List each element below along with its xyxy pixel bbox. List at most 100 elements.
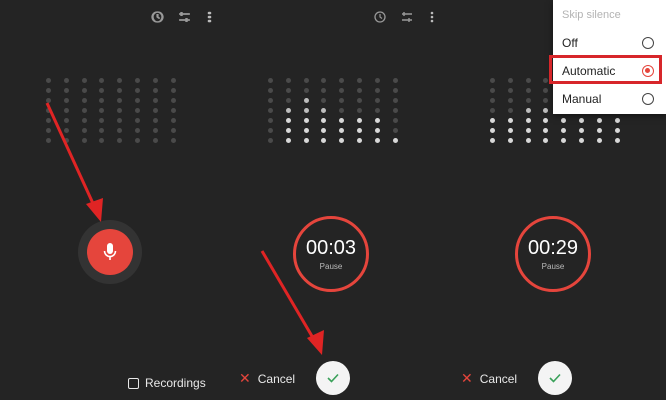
- level-dot: [392, 108, 398, 113]
- save-button[interactable]: [316, 361, 350, 395]
- level-dot: [507, 108, 513, 113]
- level-dot: [135, 118, 140, 123]
- timer-pause-button[interactable]: 00:03 Pause: [293, 216, 369, 292]
- record-button[interactable]: [78, 220, 142, 284]
- level-dot: [81, 98, 87, 103]
- level-dot: [321, 138, 327, 143]
- level-dot: [285, 98, 291, 103]
- panel-idle: Recordings: [0, 0, 222, 400]
- level-dot: [303, 78, 309, 83]
- level-dot: [63, 98, 69, 103]
- level-dot: [170, 128, 176, 133]
- level-dot: [117, 88, 123, 93]
- level-dot: [99, 88, 105, 93]
- recordings-label: Recordings: [145, 376, 206, 390]
- level-dot: [543, 98, 549, 103]
- level-dot: [525, 78, 531, 83]
- level-dot: [268, 138, 273, 143]
- level-dot: [81, 108, 87, 113]
- level-dot: [117, 128, 123, 133]
- option-label: Automatic: [562, 64, 616, 78]
- level-dot: [392, 138, 398, 143]
- timer-pause-button[interactable]: 00:29 Pause: [515, 216, 591, 292]
- level-dot: [152, 88, 158, 93]
- cancel-button[interactable]: ✕ Cancel: [239, 370, 295, 387]
- level-dot: [170, 138, 176, 143]
- adjust-icon[interactable]: [175, 8, 193, 26]
- level-dot: [507, 98, 513, 103]
- level-dot: [46, 138, 51, 143]
- menu-option-off[interactable]: Off: [553, 30, 666, 56]
- more-vert-icon[interactable]: [200, 8, 218, 26]
- level-dot: [268, 78, 273, 83]
- level-dot: [303, 88, 309, 93]
- level-dot: [490, 98, 495, 103]
- level-dot: [357, 118, 362, 123]
- level-dot: [99, 98, 105, 103]
- level-dot: [561, 118, 567, 123]
- cancel-label: Cancel: [257, 371, 296, 386]
- level-dot: [170, 108, 176, 113]
- level-dot: [268, 88, 273, 93]
- level-dot: [303, 98, 309, 103]
- level-dot: [490, 88, 495, 93]
- level-dot: [321, 108, 327, 113]
- level-dot: [490, 128, 495, 133]
- level-dot: [63, 78, 69, 83]
- level-dot: [374, 98, 380, 103]
- level-dot: [561, 138, 567, 143]
- level-dot: [268, 118, 273, 123]
- level-dot: [507, 118, 513, 123]
- level-dot: [374, 108, 380, 113]
- save-button[interactable]: [538, 361, 572, 395]
- level-dot: [392, 98, 398, 103]
- level-dot: [339, 128, 345, 133]
- level-dot: [392, 88, 398, 93]
- level-dot: [525, 138, 531, 143]
- check-icon: [327, 373, 339, 383]
- more-vert-icon[interactable]: [423, 8, 441, 26]
- elapsed-time: 00:03: [305, 237, 357, 259]
- level-dot: [490, 118, 495, 123]
- close-icon: ✕: [461, 370, 473, 386]
- level-dot: [543, 78, 549, 83]
- level-dot: [357, 88, 362, 93]
- clock-icon[interactable]: [148, 8, 166, 26]
- level-dot: [99, 138, 105, 143]
- adjust-icon[interactable]: [398, 8, 416, 26]
- level-dot: [579, 128, 584, 133]
- level-dot: [321, 98, 327, 103]
- level-dot: [507, 128, 513, 133]
- level-dot: [357, 138, 362, 143]
- cancel-button[interactable]: ✕ Cancel: [461, 370, 517, 387]
- level-dot: [303, 138, 309, 143]
- level-dot: [374, 88, 380, 93]
- level-dot: [81, 88, 87, 93]
- level-dot: [543, 118, 549, 123]
- level-dot: [135, 78, 140, 83]
- level-dot: [170, 98, 176, 103]
- level-dot: [579, 138, 584, 143]
- level-dot: [170, 88, 176, 93]
- level-dot: [374, 118, 380, 123]
- check-icon: [549, 373, 561, 383]
- record-button-inner: [87, 229, 133, 275]
- level-dot: [135, 108, 140, 113]
- level-dot: [63, 88, 69, 93]
- menu-option-manual[interactable]: Manual: [553, 86, 666, 112]
- level-dot: [63, 128, 69, 133]
- level-dot: [543, 138, 549, 143]
- level-dot: [374, 138, 380, 143]
- level-dot: [46, 98, 51, 103]
- level-dot: [392, 128, 398, 133]
- clock-icon[interactable]: [371, 8, 389, 26]
- level-dot: [321, 118, 327, 123]
- level-dot: [321, 88, 327, 93]
- level-dot: [525, 128, 531, 133]
- menu-option-automatic[interactable]: Automatic: [553, 58, 666, 84]
- recordings-button[interactable]: Recordings: [128, 376, 206, 390]
- level-dot: [614, 118, 620, 123]
- level-dot: [507, 138, 513, 143]
- level-dot: [152, 138, 158, 143]
- level-dot: [357, 98, 362, 103]
